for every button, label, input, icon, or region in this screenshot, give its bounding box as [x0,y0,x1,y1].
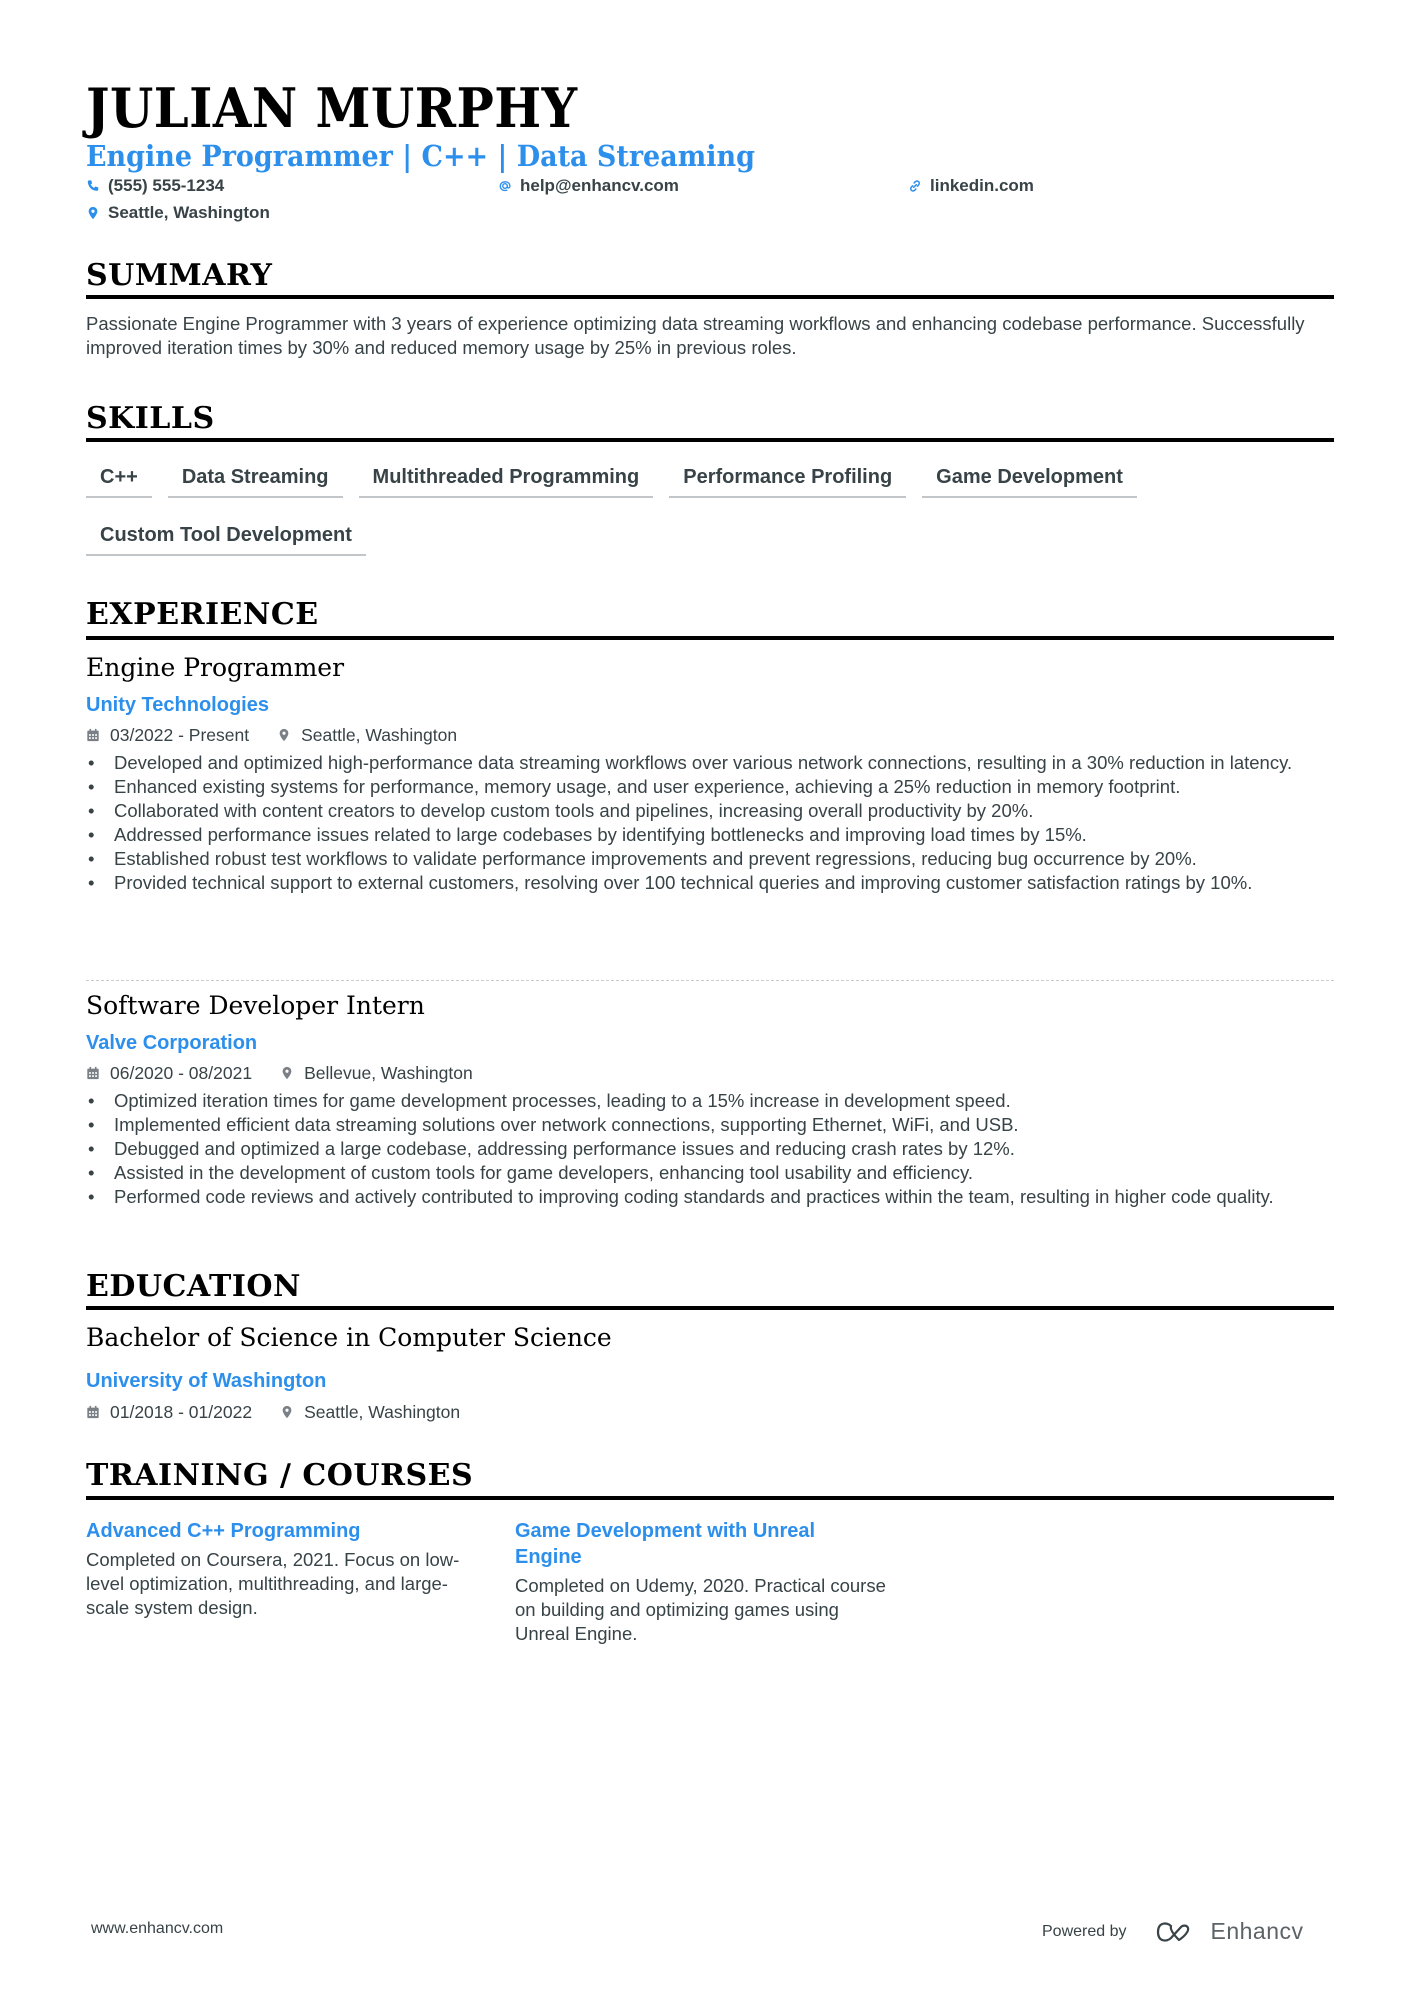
calendar-icon [87,1066,99,1080]
section-title-education: EDUCATION [86,1269,301,1304]
contact-location: Seattle, Washington [86,202,270,224]
bullet-item: Established robust test workflows to val… [86,847,1336,871]
phone-text: (555) 555-1234 [108,176,225,195]
candidate-headline: Engine Programmer | C++ | Data Streaming [86,139,755,173]
phone-icon [87,180,99,191]
section-title-training: TRAINING / COURSES [86,1458,474,1493]
skill-tag: Performance Profiling [669,462,907,498]
enhancv-logo[interactable]: Enhancv [1155,1918,1304,1945]
company-name: Unity Technologies [86,694,269,716]
job-bullets: Developed and optimized high-performance… [86,751,1336,895]
education-dates: 01/2018 - 01/2022 [110,1402,253,1422]
map-pin-icon [88,206,98,220]
bullet-item: Performed code reviews and actively cont… [86,1185,1336,1209]
section-divider [86,295,1334,299]
section-title-experience: EXPERIENCE [86,597,319,632]
email-link[interactable]: help@enhancv.com [520,175,679,197]
bullet-item: Assisted in the development of custom to… [86,1161,1336,1185]
education-meta: 01/2018 - 01/2022 Seattle, Washington [86,1401,460,1423]
skill-tag: Multithreaded Programming [358,462,654,498]
job-location: Seattle, Washington [301,725,458,745]
calendar-icon [87,1405,99,1419]
map-pin-icon [282,1066,292,1080]
job-dates: 06/2020 - 08/2021 [110,1063,253,1083]
course-title: Game Development with Unreal Engine [515,1520,816,1568]
calendar-icon [87,728,99,742]
bullet-item: Provided technical support to external c… [86,871,1336,895]
bullet-item: Implemented efficient data streaming sol… [86,1113,1336,1137]
bullet-item: Optimized iteration times for game devel… [86,1089,1336,1113]
contact-email[interactable]: help@enhancv.com [498,175,679,197]
course-title: Advanced C++ Programming [86,1520,361,1542]
job-location: Bellevue, Washington [304,1063,473,1083]
job-meta: 06/2020 - 08/2021 Bellevue, Washington [86,1062,473,1084]
bullet-item: Enhanced existing systems for performanc… [86,775,1336,799]
section-divider [86,1306,1334,1310]
powered-by-label: Powered by [1042,1922,1127,1940]
course-item: Game Development with Unreal Engine Comp… [515,1518,895,1646]
job-dates: 03/2022 - Present [110,725,250,745]
section-divider [86,636,1334,640]
course-description: Completed on Coursera, 2021. Focus on lo… [86,1549,460,1618]
location-text: Seattle, Washington [108,203,270,222]
skill-tag: Custom Tool Development [86,520,366,556]
course-description: Completed on Udemy, 2020. Practical cour… [515,1575,886,1644]
degree-title: Bachelor of Science in Computer Science [86,1323,612,1352]
map-pin-icon [282,1405,292,1419]
education-location: Seattle, Washington [304,1402,461,1422]
at-icon [499,181,511,192]
school-name: University of Washington [86,1370,327,1392]
footer-url[interactable]: www.enhancv.com [91,1920,223,1938]
section-divider [86,1496,1334,1500]
skills-list: C++ Data Streaming Multithreaded Program… [86,462,1334,556]
bullet-item: Addressed performance issues related to … [86,823,1336,847]
link-icon [910,180,920,192]
skill-tag: Game Development [922,462,1137,498]
contact-phone: (555) 555-1234 [86,175,224,197]
company-name: Valve Corporation [86,1032,258,1054]
job-bullets: Optimized iteration times for game devel… [86,1089,1336,1209]
skill-tag: C++ [86,462,152,498]
job-title: Software Developer Intern [86,991,425,1020]
powered-by: Powered by Enhancv [1042,1918,1304,1945]
enhancv-brand-text: Enhancv [1210,1918,1304,1944]
bullet-item: Debugged and optimized a large codebase,… [86,1137,1336,1161]
bullet-item: Collaborated with content creators to de… [86,799,1336,823]
map-pin-icon [279,728,289,742]
job-title: Engine Programmer [86,653,345,682]
contact-linkedin[interactable]: linkedin.com [908,175,1034,197]
job-meta: 03/2022 - Present Seattle, Washington [86,724,457,746]
entry-divider [86,980,1334,981]
enhancv-logo-icon [1156,1921,1189,1942]
course-item: Advanced C++ Programming Completed on Co… [86,1518,466,1620]
linkedin-link[interactable]: linkedin.com [930,175,1034,197]
skill-tag: Data Streaming [167,462,343,498]
section-divider [86,438,1334,442]
candidate-name: JULIAN MURPHY [86,76,578,140]
section-title-skills: SKILLS [86,401,215,436]
summary-text: Passionate Engine Programmer with 3 year… [86,313,1305,358]
bullet-item: Developed and optimized high-performance… [86,751,1336,775]
section-title-summary: SUMMARY [86,258,273,293]
